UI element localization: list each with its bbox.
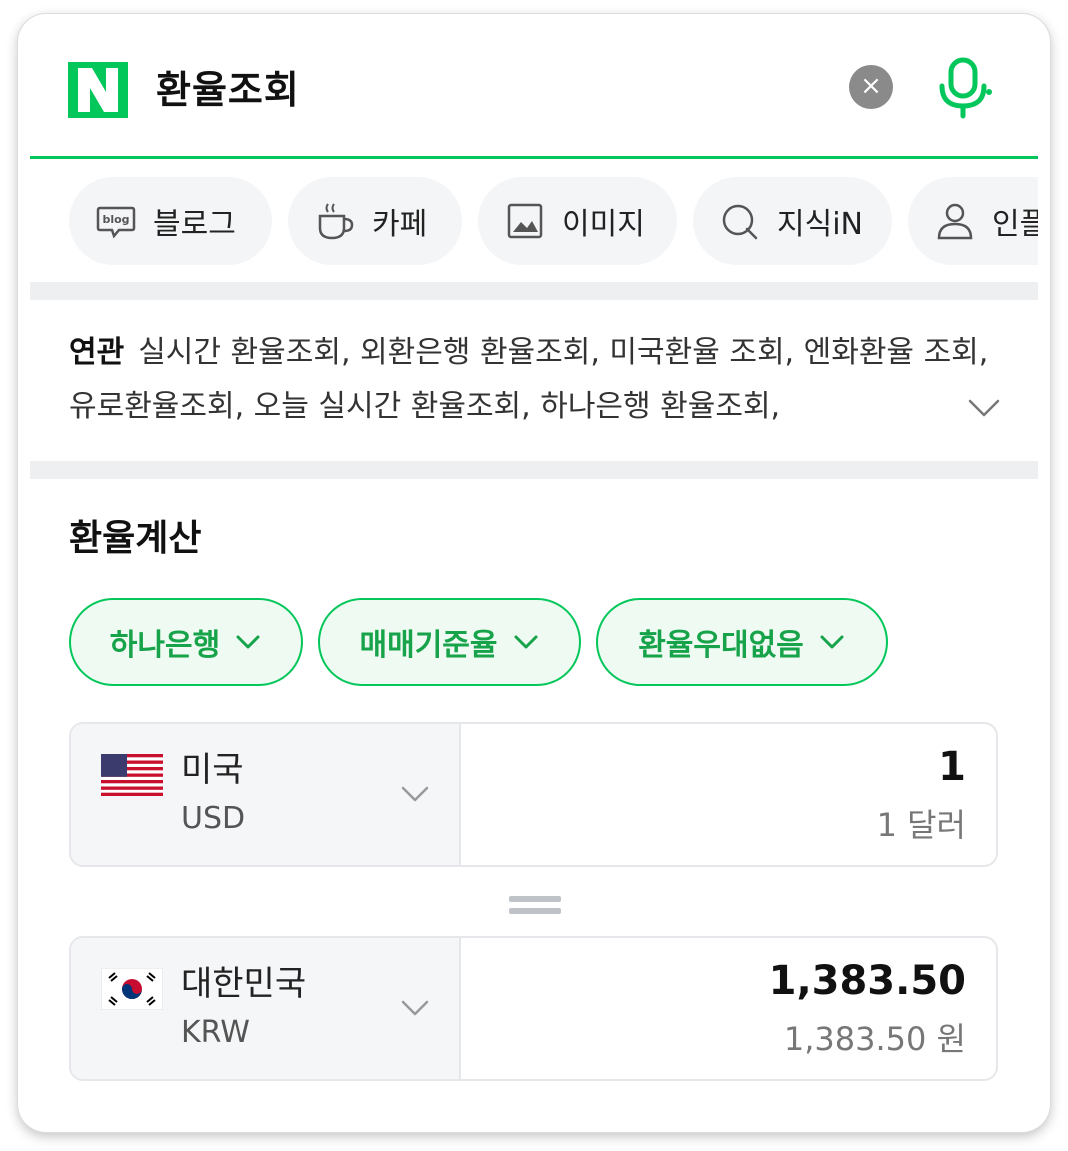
naver-logo[interactable] (68, 62, 128, 118)
to-currency-selector[interactable]: 대한민국 KRW (71, 938, 461, 1079)
from-currency-row: 미국 USD 1 1 달러 (69, 722, 998, 867)
from-amount-input[interactable]: 1 (938, 738, 966, 796)
currency-country: 대한민국 (181, 964, 307, 1004)
tab-label: 카페 (372, 207, 428, 242)
tab-cafe[interactable]: 카페 (288, 177, 462, 265)
chevron-down-icon (820, 635, 844, 649)
image-icon (504, 200, 546, 242)
rate-discount-dropdown[interactable]: 환율우대없음 (596, 598, 888, 686)
currency-country: 미국 (181, 750, 244, 790)
rate-type-dropdown[interactable]: 매매기준율 (318, 598, 581, 686)
tab-label: 지식iN (777, 207, 863, 242)
svg-text:blog: blog (102, 213, 129, 226)
from-amount-text: 1 달러 (876, 806, 966, 844)
knowledge-icon (719, 200, 761, 242)
korea-flag-icon (101, 968, 163, 1010)
tab-label: 이미지 (562, 207, 645, 242)
related-searches[interactable]: 연관 실시간 환율조회, 외환은행 환율조회, 미국환율 조회, 엔화환율 조회,… (69, 326, 999, 434)
search-input[interactable]: 환율조회 (156, 64, 300, 116)
related-fade (898, 382, 968, 436)
filter-label: 하나은행 (109, 628, 221, 663)
search-result-card: 환율조회 × blog 블로그 카페 이미지 지식iN 인플 연관 실시간 환율… (18, 14, 1050, 1132)
clear-search-button[interactable]: × (849, 65, 893, 109)
chevron-down-icon (514, 635, 537, 649)
chevron-down-icon (401, 1000, 429, 1016)
currency-code: KRW (181, 1015, 250, 1050)
chevron-down-icon (236, 635, 260, 649)
section-divider (30, 282, 1038, 300)
bank-filter-dropdown[interactable]: 하나은행 (69, 598, 303, 686)
search-underline (30, 156, 1038, 159)
tab-label: 인플 (992, 207, 1038, 242)
to-currency-row: 대한민국 KRW 1,383.50 1,383.50 원 (69, 936, 998, 1081)
currency-code: USD (181, 801, 246, 836)
us-flag-icon (101, 754, 163, 796)
equals-icon (509, 894, 561, 916)
tab-label: 블로그 (153, 207, 236, 242)
to-amount-input[interactable]: 1,383.50 (769, 952, 966, 1010)
category-tabs: blog 블로그 카페 이미지 지식iN 인플 (69, 177, 1038, 265)
microphone-icon[interactable] (934, 56, 994, 120)
related-label: 연관 (69, 335, 125, 370)
section-title: 환율계산 (69, 518, 202, 559)
blog-icon: blog (95, 200, 137, 242)
tab-image[interactable]: 이미지 (478, 177, 677, 265)
tab-blog[interactable]: blog 블로그 (69, 177, 272, 265)
tab-knowledge[interactable]: 지식iN (693, 177, 892, 265)
filter-label: 환율우대없음 (638, 628, 804, 663)
tab-influencer[interactable]: 인플 (908, 177, 1038, 265)
close-icon: × (860, 71, 882, 101)
section-divider (30, 461, 1038, 479)
related-keywords[interactable]: 실시간 환율조회, 외환은행 환율조회, 미국환율 조회, 엔화환율 조회, 유… (69, 335, 988, 424)
filter-label: 매매기준율 (359, 628, 498, 663)
chevron-down-icon (401, 786, 429, 802)
from-currency-selector[interactable]: 미국 USD (71, 724, 461, 865)
person-icon (934, 200, 976, 242)
to-amount-text: 1,383.50 원 (783, 1020, 966, 1058)
cafe-icon (314, 200, 356, 242)
chevron-down-icon[interactable] (964, 388, 1004, 428)
